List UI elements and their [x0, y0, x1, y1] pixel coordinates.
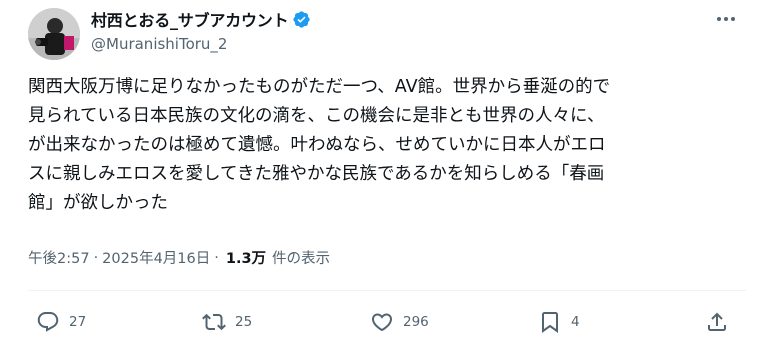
person-photo-icon: [28, 8, 80, 60]
bookmark-count: 4: [571, 314, 580, 330]
avatar[interactable]: [28, 8, 80, 60]
author-name-row[interactable]: 村西とおる_サブアカウント: [91, 8, 311, 30]
tweet-date[interactable]: 2025年4月16日: [102, 247, 210, 268]
share-icon: [708, 312, 726, 331]
like-button[interactable]: 296: [370, 309, 429, 335]
reply-count: 27: [69, 314, 87, 330]
retweet-button[interactable]: 25: [202, 309, 252, 335]
share-button[interactable]: [705, 309, 729, 335]
tweet-card: 村西とおる_サブアカウント @MuranishiToru_2 関西大阪万博に足り…: [0, 0, 766, 356]
bookmark-icon: [542, 312, 558, 333]
views-label: 件の表示: [272, 251, 331, 267]
tweet-text: 関西大阪万博に足りなかったものがただ一つ、AV館。世界から垂涎の的で 見られてい…: [28, 73, 746, 218]
reply-icon: [37, 312, 59, 332]
tweet-meta: 午後2:57 · 2025年4月16日 · 1.3万 件の表示: [28, 247, 330, 268]
reply-button[interactable]: 27: [36, 309, 86, 335]
views-count: 1.3万: [225, 251, 267, 267]
tweet-text-line: が出来なかったのは極めて遺憾。叶わぬなら、せめていかに日本人がエロ: [28, 135, 606, 155]
tweet-text-line: 見られている日本民族の文化の滴を、この機会に是非とも世界の人々に、: [28, 106, 605, 126]
author-handle[interactable]: @MuranishiToru_2: [91, 35, 227, 53]
verified-badge-icon: [292, 10, 311, 29]
divider: [28, 290, 746, 291]
bookmark-button[interactable]: 4: [538, 309, 580, 335]
like-count: 296: [403, 314, 429, 330]
tweet-time[interactable]: 午後2:57: [28, 247, 90, 268]
meta-separator: ·: [214, 249, 219, 266]
tweet-text-line: 関西大阪万博に足りなかったものがただ一つ、AV館。世界から垂涎の的で: [28, 77, 611, 97]
retweet-count: 25: [235, 314, 253, 330]
meta-separator: ·: [93, 249, 99, 266]
more-options-button[interactable]: [712, 10, 740, 28]
tweet-text-line: スに親しみエロスを愛してきた雅やかな民族であるかを知らしめる「春画: [28, 164, 605, 184]
author-display-name[interactable]: 村西とおる_サブアカウント: [91, 7, 289, 31]
retweet-icon: [202, 313, 226, 331]
heart-icon: [371, 313, 393, 332]
tweet-text-line: 館」が欲しかった: [28, 193, 168, 213]
more-dots-icon: [717, 17, 735, 21]
